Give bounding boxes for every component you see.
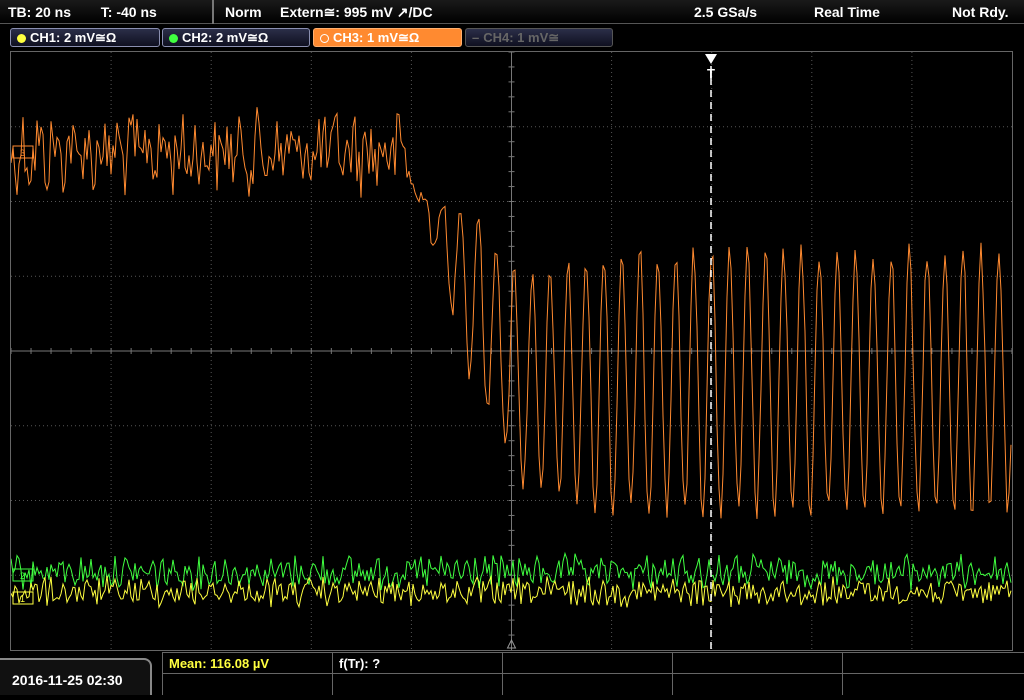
waveform-svg: T 3 2 1 [10, 51, 1013, 650]
channel-1-level-marker-label: 1 [20, 594, 25, 604]
channel-4-label: CH4: 1 mV≅ [483, 30, 560, 45]
measurement-slot-8[interactable] [503, 674, 673, 695]
measurement-row-2 [163, 673, 1024, 695]
measurement-slot-7[interactable] [333, 674, 503, 695]
channel-4-button[interactable]: – CH4: 1 mV≅ [465, 28, 613, 47]
measurement-slot-3[interactable] [503, 653, 673, 674]
trigger-marker-label: T [707, 66, 715, 81]
channel-3-button[interactable]: CH3: 1 mV≅Ω [313, 28, 462, 47]
trigger-source[interactable]: Extern≅: 995 mV ↗/DC [280, 0, 433, 24]
measurement-slot-10[interactable] [843, 674, 1024, 695]
acquisition-mode: Real Time [814, 4, 880, 20]
trigger-position-icon [705, 54, 717, 64]
channel-3-level-marker-label: 3 [20, 148, 25, 158]
acquisition-status: Not Rdy. [952, 4, 1009, 20]
channel-3-indicator-icon [320, 34, 329, 43]
channel-2-button[interactable]: CH2: 2 mV≅Ω [162, 28, 310, 47]
ftr-measurement[interactable]: f(Tr): ? [333, 653, 503, 674]
measurement-row-1: Mean: 116.08 µV f(Tr): ? [163, 652, 1024, 674]
trigger-mode[interactable]: Norm [225, 0, 262, 24]
timebase-label[interactable]: TB: 20 ns [8, 4, 71, 20]
channel-bar: CH1: 2 mV≅Ω CH2: 2 mV≅Ω CH3: 1 mV≅Ω – CH4… [0, 25, 1024, 49]
measurement-panel: Mean: 116.08 µV f(Tr): ? [162, 652, 1024, 695]
channel-2-level-marker-label: 2 [20, 571, 25, 581]
channel-2-indicator-icon [169, 34, 178, 43]
measurement-slot-6[interactable] [163, 674, 333, 695]
trigger-offset-label[interactable]: T: -40 ns [101, 4, 157, 20]
waveform-display[interactable]: T 3 2 1 [10, 51, 1013, 651]
sample-rate: 2.5 GSa/s [694, 4, 758, 20]
timebase-group[interactable]: TB: 20 ns T: -40 ns [0, 0, 214, 24]
channel-4-off-icon: – [472, 30, 480, 45]
top-status-bar: TB: 20 ns T: -40 ns Norm Extern≅: 995 mV… [0, 0, 1024, 24]
channel-1-button[interactable]: CH1: 2 mV≅Ω [10, 28, 160, 47]
mean-measurement[interactable]: Mean: 116.08 µV [163, 653, 333, 674]
measurement-slot-4[interactable] [673, 653, 843, 674]
channel-3-label: CH3: 1 mV≅Ω [333, 30, 420, 45]
bottom-bar: 2016-11-25 02:30 Mean: 116.08 µV f(Tr): … [0, 652, 1024, 695]
measurement-slot-5[interactable] [843, 653, 1024, 674]
measurement-slot-9[interactable] [673, 674, 843, 695]
channel-2-label: CH2: 2 mV≅Ω [182, 30, 269, 45]
date-time: 2016-11-25 02:30 [0, 658, 152, 695]
channel-1-label: CH1: 2 mV≅Ω [30, 30, 117, 45]
channel-1-indicator-icon [17, 34, 26, 43]
